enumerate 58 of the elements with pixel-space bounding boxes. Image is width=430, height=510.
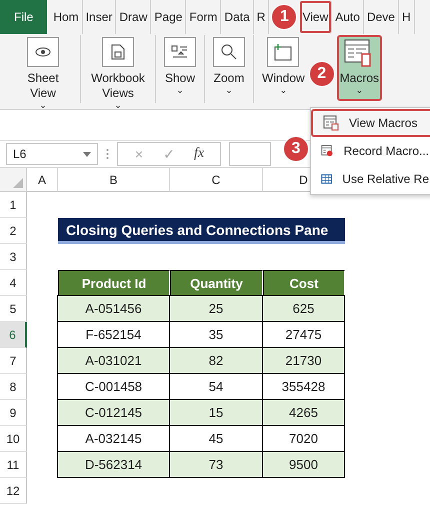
step-badge: 1 <box>271 4 298 30</box>
table-cell: 82 <box>169 347 263 374</box>
search-icon <box>221 44 237 60</box>
table-cell: 625 <box>262 295 345 322</box>
ribbon-tab[interactable]: View <box>299 0 332 34</box>
table-cell: A-031021 <box>57 347 170 374</box>
table-cell: 15 <box>169 399 263 426</box>
table-grid-icon <box>321 172 332 186</box>
shapes-icon <box>171 45 189 59</box>
column-heading: Cost <box>263 270 345 296</box>
table-cell: 4265 <box>262 399 345 426</box>
record-macro-icon <box>321 143 334 159</box>
column-header[interactable]: A <box>27 168 58 192</box>
row-header[interactable]: 4 <box>0 270 27 296</box>
table-cell: D-562314 <box>57 451 170 478</box>
menu-item[interactable]: View Macros <box>311 109 430 137</box>
column-heading: Product Id <box>58 270 170 296</box>
new-window-icon <box>273 43 294 61</box>
ribbon-tab[interactable]: File <box>0 0 48 34</box>
row-header[interactable]: 6 <box>0 322 27 348</box>
step-badge: 2 <box>308 61 335 87</box>
insert-function-button[interactable]: fx <box>184 146 214 162</box>
document-icon <box>111 44 125 60</box>
formula-field[interactable] <box>229 142 271 166</box>
table-cell: A-051456 <box>57 295 170 322</box>
table-cell: 21730 <box>262 347 345 374</box>
table-cell: 25 <box>169 295 263 322</box>
table-cell: 9500 <box>262 451 345 478</box>
macro-sheet-icon <box>323 115 339 131</box>
dropdown-icon <box>83 152 91 156</box>
row-header[interactable]: 12 <box>0 478 27 504</box>
step-badge: 3 <box>283 136 309 162</box>
column-heading: Quantity <box>170 270 263 296</box>
select-all-icon <box>13 178 23 188</box>
ribbon-button[interactable]: Show ⌄ <box>162 35 198 96</box>
table-title: Closing Queries and Connections Pane <box>58 218 345 244</box>
row-header[interactable]: 2 <box>0 218 27 244</box>
row-header[interactable]: 7 <box>0 348 27 374</box>
ribbon-button[interactable]: Macros ⌄ <box>336 35 382 101</box>
column-header[interactable]: C <box>170 168 263 192</box>
name-box[interactable]: L6 <box>6 143 98 165</box>
row-header[interactable]: 1 <box>0 192 27 218</box>
row-header[interactable]: 10 <box>0 426 27 452</box>
row-header[interactable]: 8 <box>0 374 27 400</box>
table-cell: 73 <box>169 451 263 478</box>
row-header[interactable]: 5 <box>0 296 27 322</box>
table-cell: C-012145 <box>57 399 170 426</box>
row-header[interactable]: 11 <box>0 452 27 478</box>
ribbon-button[interactable]: Zoom ⌄ <box>211 35 247 96</box>
column-header[interactable]: B <box>58 168 170 192</box>
eye-icon <box>35 47 51 57</box>
row-header[interactable]: 9 <box>0 400 27 426</box>
ribbon-button[interactable]: Sheet View ⌄ <box>12 35 74 111</box>
ribbon-button[interactable]: Window ⌄ <box>260 35 307 96</box>
ribbon-button[interactable]: Workbook Views ⌄ <box>87 35 149 111</box>
more-icon <box>106 148 109 160</box>
menu-item[interactable]: Record Macro... <box>311 137 430 165</box>
row-header[interactable]: 3 <box>0 244 27 270</box>
